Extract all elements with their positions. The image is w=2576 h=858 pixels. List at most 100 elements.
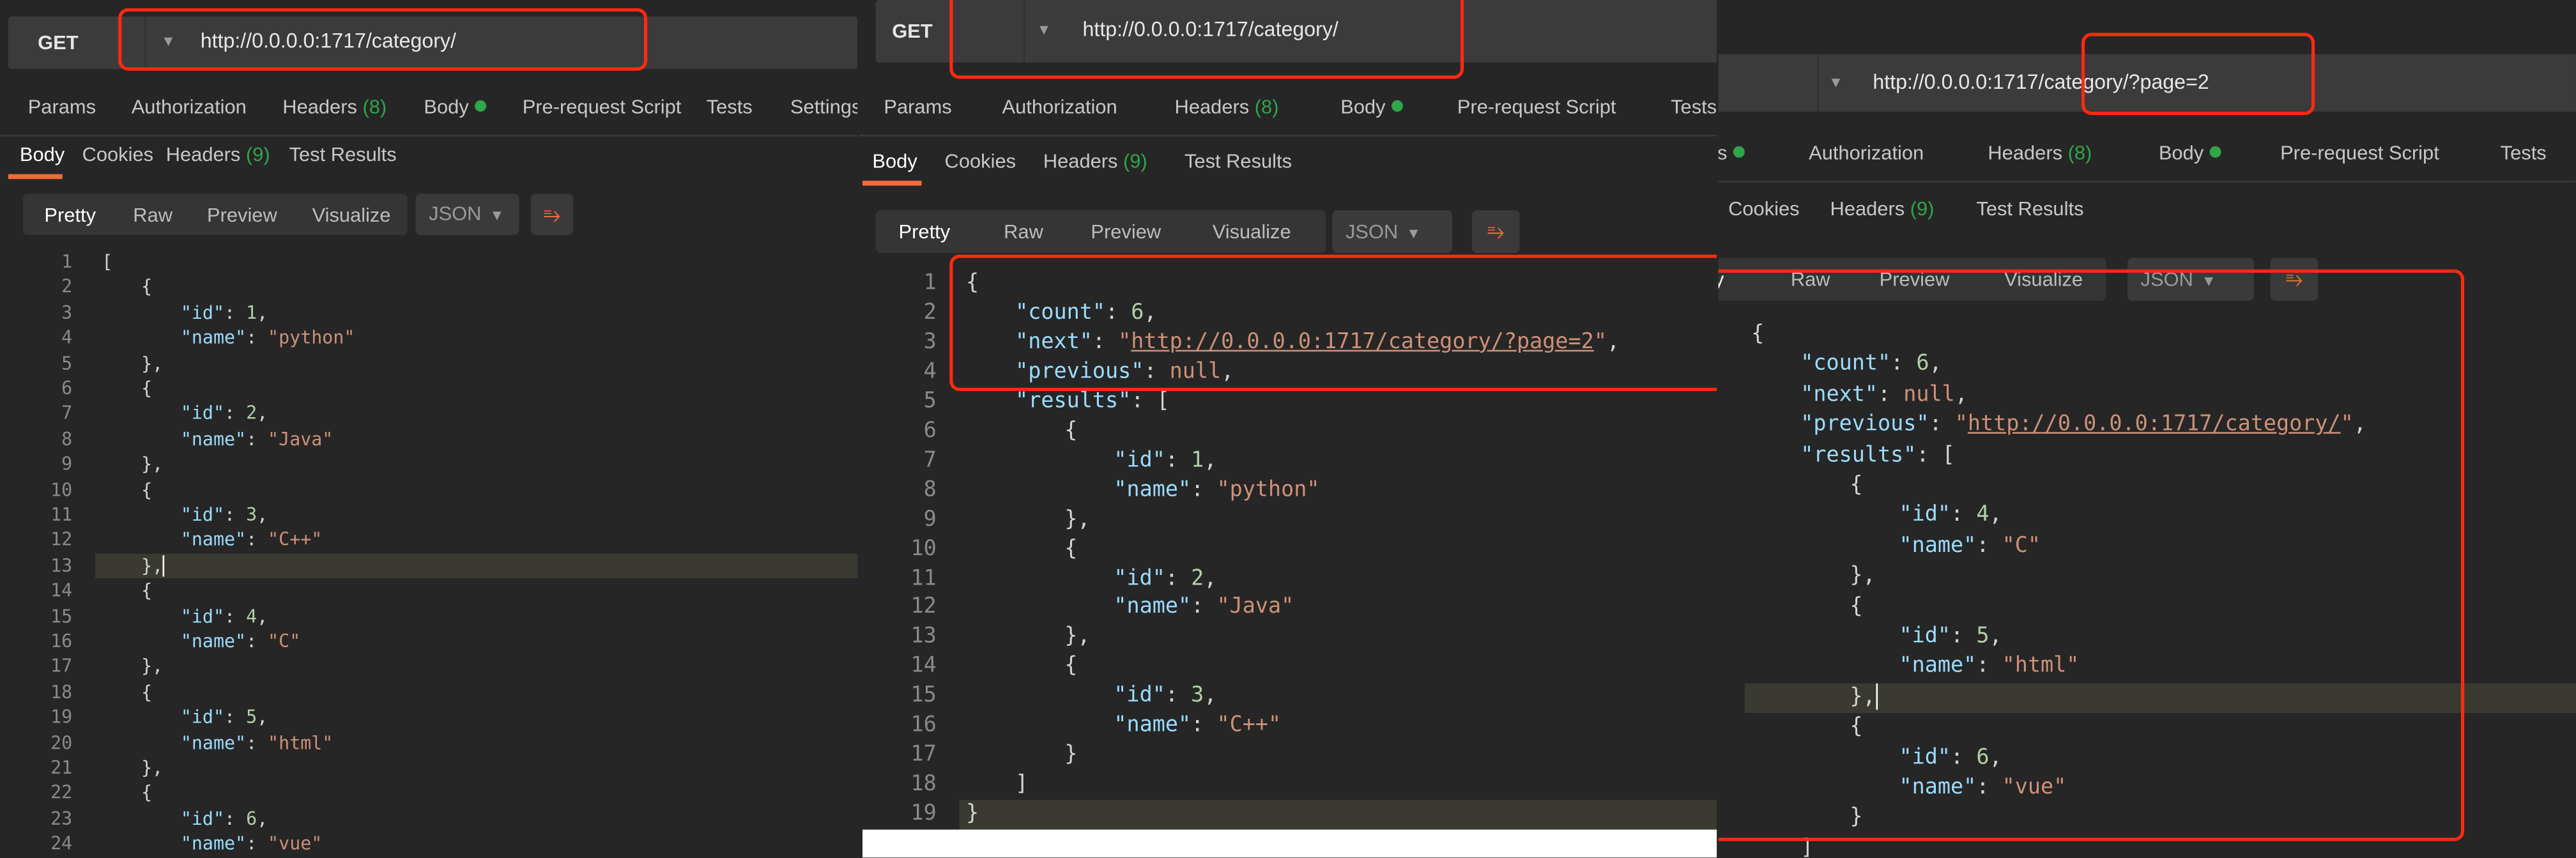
code-line: "name": "html": [181, 730, 333, 756]
annotation-highlight-box: [118, 8, 648, 71]
line-number: 5: [923, 388, 937, 414]
code-line: }: [1064, 741, 1077, 770]
view-mode-preview[interactable]: Preview: [1091, 220, 1161, 243]
code-line: "id": 6,: [181, 806, 268, 832]
code-line: },: [141, 756, 163, 781]
tab-settings[interactable]: Settings: [790, 95, 857, 118]
json-key: "id": [1114, 684, 1165, 709]
line-number: 16: [50, 631, 73, 652]
view-mode-preview[interactable]: Preview: [207, 203, 277, 226]
response-tab-headers[interactable]: Headers (9): [1043, 149, 1147, 172]
view-mode-pretty[interactable]: Pretty: [899, 220, 951, 243]
response-tab-body[interactable]: Body: [872, 149, 917, 172]
json-punct: :: [1165, 448, 1192, 473]
response-tab-test-results[interactable]: Test Results: [1184, 149, 1292, 172]
tab-pre-request-script[interactable]: Pre-request Script: [2280, 141, 2439, 164]
line-number: 10: [50, 479, 73, 501]
tab-params[interactable]: Params: [28, 95, 96, 118]
tab-authorization[interactable]: Authorization: [132, 95, 247, 118]
view-mode-raw[interactable]: Raw: [1004, 220, 1043, 243]
json-string: "html": [268, 732, 334, 754]
tab-headers[interactable]: Headers (8): [282, 95, 387, 118]
tabs-divider: [0, 134, 858, 137]
tab-label: Body: [2158, 141, 2204, 165]
code-line: ]: [1015, 770, 1028, 800]
tab-headers[interactable]: Headers (8): [1175, 95, 1279, 118]
http-method-select[interactable]: GET: [892, 20, 932, 43]
tab-pre-request-script[interactable]: Pre-request Script: [523, 95, 682, 118]
url-divider: [1816, 54, 1819, 112]
tab-count-badge: (8): [2062, 141, 2092, 165]
view-mode-visualize[interactable]: Visualize: [312, 203, 391, 226]
tab-body[interactable]: Body: [424, 95, 487, 118]
json-punct: {: [141, 378, 153, 399]
tab-count-badge: (8): [1249, 95, 1279, 119]
response-tab-body[interactable]: Body: [20, 143, 65, 166]
wrap-lines-icon[interactable]: ⥱: [530, 194, 574, 235]
json-punct: {: [1064, 536, 1078, 562]
tab-tests[interactable]: Tests: [707, 95, 753, 118]
tab-body[interactable]: Body: [2159, 141, 2222, 164]
line-number: 17: [50, 655, 73, 678]
line-number: 8: [61, 428, 73, 450]
code-line: }: [966, 801, 979, 830]
json-punct: {: [1064, 418, 1078, 443]
line-number: 14: [50, 580, 73, 602]
code-line: "name": "Java": [181, 427, 333, 452]
response-tab-headers[interactable]: Headers (9): [166, 143, 270, 166]
code-line: "id": 3,: [181, 503, 268, 528]
json-key: "name": [1114, 713, 1192, 739]
response-tab-headers[interactable]: Headers (9): [1830, 197, 1935, 220]
tab-tests[interactable]: Tests: [1671, 95, 1717, 118]
active-tab-indicator: [8, 174, 63, 180]
tab-params[interactable]: Params: [1719, 141, 1745, 164]
tab-authorization[interactable]: Authorization: [1809, 141, 1924, 164]
tab-authorization[interactable]: Authorization: [1002, 95, 1117, 118]
tab-params[interactable]: Params: [884, 95, 951, 118]
view-mode-raw[interactable]: Raw: [133, 203, 172, 226]
json-punct: :: [246, 529, 268, 551]
json-key: "name": [180, 833, 247, 855]
wrap-lines-icon[interactable]: ⥱: [1471, 210, 1520, 253]
tab-tests[interactable]: Tests: [2501, 141, 2547, 164]
format-label: JSON: [429, 202, 482, 226]
json-punct: ,: [257, 302, 268, 324]
code-line: "name": "Java": [1114, 594, 1294, 623]
json-punct: {: [141, 580, 153, 602]
view-mode-pretty[interactable]: Pretty: [44, 203, 96, 226]
line-number: 20: [50, 732, 73, 754]
json-key: "id": [180, 808, 224, 830]
json-punct: :: [224, 504, 247, 526]
tab-body[interactable]: Body: [1340, 95, 1404, 118]
chevron-down-icon[interactable]: ▼: [1828, 73, 1843, 89]
response-tab-test-results[interactable]: Test Results: [289, 143, 397, 166]
json-key: "id": [180, 504, 224, 526]
tab-headers[interactable]: Headers (8): [1988, 141, 2092, 164]
line-number: 7: [61, 402, 73, 425]
response-tab-test-results[interactable]: Test Results: [1976, 197, 2083, 220]
json-key: "name": [180, 732, 247, 754]
line-number: 6: [61, 378, 73, 399]
response-tab-cookies[interactable]: Cookies: [945, 149, 1016, 172]
http-method-select[interactable]: GET: [38, 31, 78, 54]
line-number: 15: [50, 605, 73, 627]
json-punct: :: [1165, 565, 1192, 591]
json-punct: },: [1064, 507, 1091, 532]
code-line: [: [102, 250, 112, 275]
format-select[interactable]: JSON ▼: [415, 194, 519, 235]
format-select[interactable]: JSON ▼: [1332, 210, 1453, 253]
tab-label: Headers: [282, 95, 357, 119]
json-key: "name": [180, 428, 247, 450]
view-mode-visualize[interactable]: Visualize: [1213, 220, 1291, 243]
response-tab-cookies[interactable]: Cookies: [1728, 197, 1799, 220]
code-line: {: [141, 781, 152, 806]
line-number: 3: [61, 302, 73, 324]
status-dot-icon: [1733, 146, 1745, 158]
line-number: 7: [923, 448, 937, 473]
code-line: "name": "C++": [181, 528, 322, 553]
response-tab-cookies[interactable]: Cookies: [82, 143, 153, 166]
tab-pre-request-script[interactable]: Pre-request Script: [1457, 95, 1616, 118]
tab-label: Body: [872, 149, 917, 172]
line-number: 11: [50, 504, 73, 526]
json-punct: }: [965, 802, 979, 827]
